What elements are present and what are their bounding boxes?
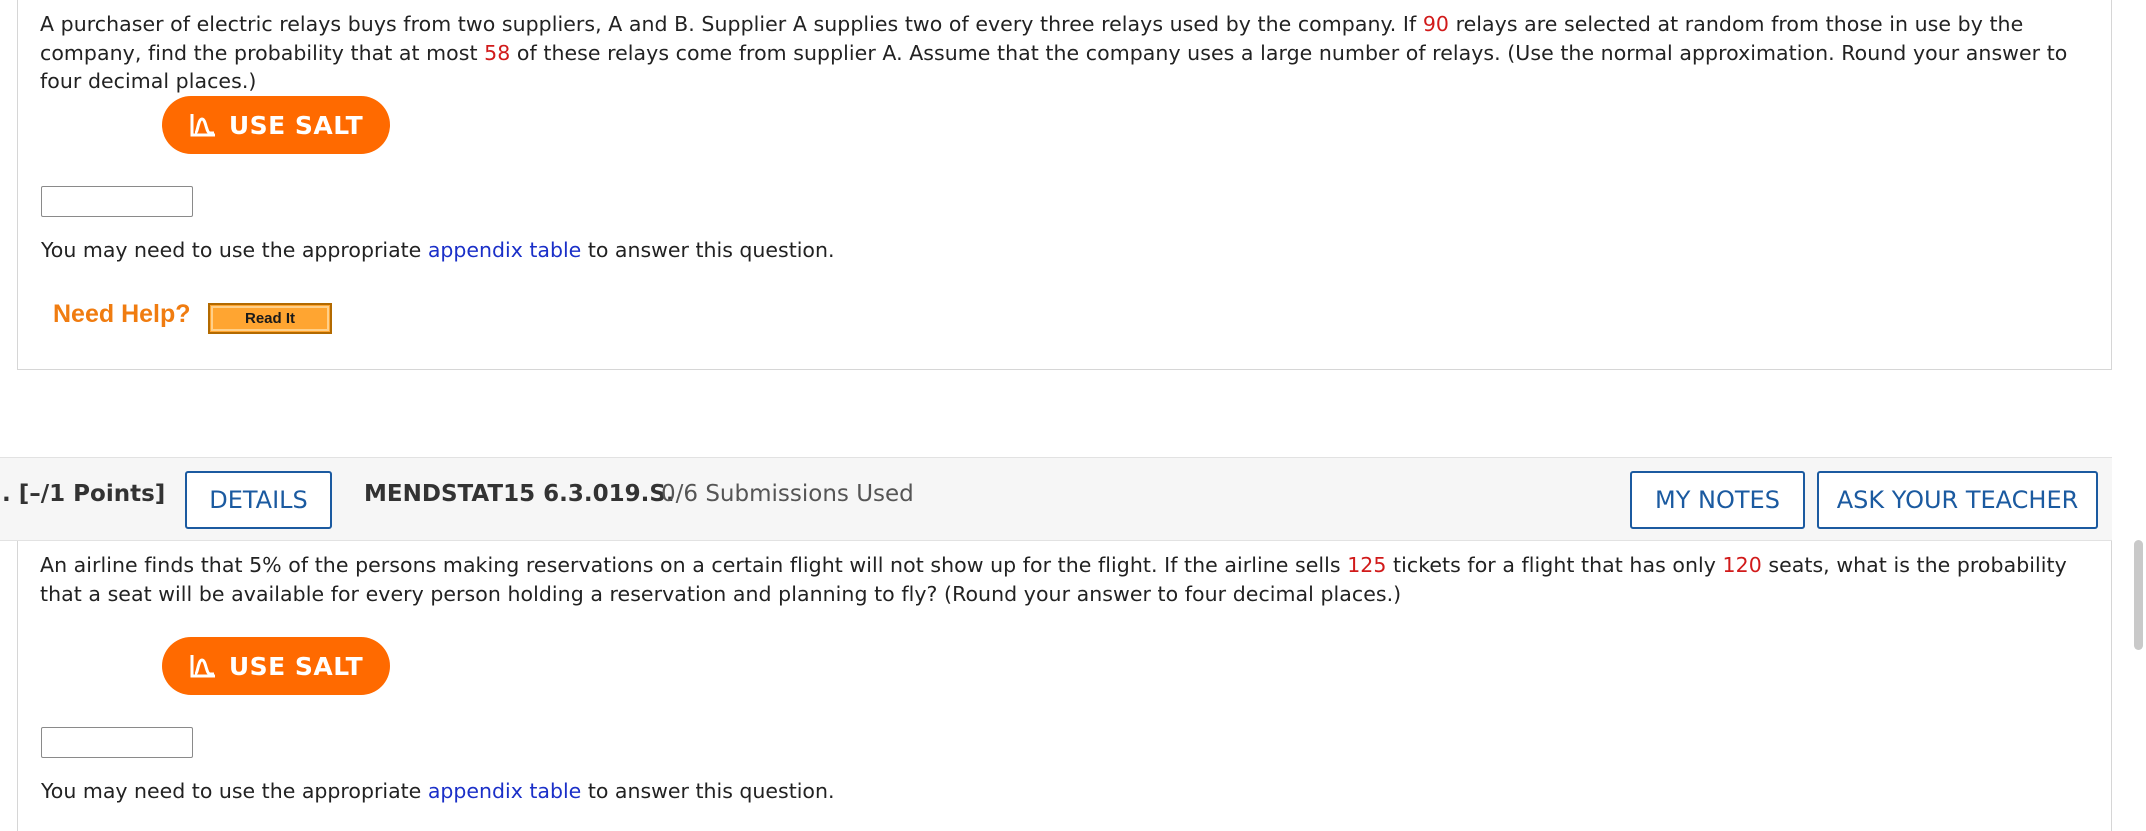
- need-help-label: Need Help?: [53, 300, 191, 328]
- salt-chart-icon: [189, 112, 217, 138]
- appendix-table-link-2[interactable]: appendix table: [428, 779, 581, 803]
- use-salt-button-2[interactable]: USE SALT: [162, 637, 390, 695]
- answer-input-2[interactable]: [41, 727, 193, 758]
- question-2-highlight-number: 120: [1722, 553, 1762, 577]
- scrollbar-thumb[interactable]: [2134, 540, 2143, 650]
- question-2-text: An airline finds that 5% of the persons …: [40, 551, 2100, 608]
- points-label: . [–/1 Points]: [2, 481, 166, 507]
- appendix-note-text: to answer this question.: [581, 238, 835, 262]
- salt-chart-icon: [189, 653, 217, 679]
- appendix-note-2: You may need to use the appropriate appe…: [41, 779, 834, 803]
- details-button[interactable]: DETAILS: [185, 471, 332, 529]
- page-scrollbar[interactable]: [2130, 0, 2146, 816]
- use-salt-label: USE SALT: [228, 110, 364, 140]
- submissions-used: 0/6 Submissions Used: [661, 481, 914, 507]
- question-2-header: . [–/1 Points] DETAILS MENDSTAT15 6.3.01…: [0, 457, 2112, 541]
- appendix-note-text: You may need to use the appropriate: [41, 238, 428, 262]
- ask-your-teacher-button[interactable]: ASK YOUR TEACHER: [1817, 471, 2098, 529]
- appendix-note-1: You may need to use the appropriate appe…: [41, 238, 834, 262]
- my-notes-button[interactable]: MY NOTES: [1630, 471, 1805, 529]
- question-1-highlight-number: 58: [484, 40, 511, 65]
- read-it-button[interactable]: Read It: [208, 303, 332, 334]
- problem-id: MENDSTAT15 6.3.019.S.: [364, 481, 675, 507]
- question-1-text-part: A purchaser of electric relays buys from…: [40, 12, 1423, 36]
- use-salt-label: USE SALT: [228, 651, 364, 681]
- use-salt-button-1[interactable]: USE SALT: [162, 96, 390, 154]
- question-2-highlight-number: 125: [1347, 553, 1387, 577]
- question-2-text-part: tickets for a flight that has only: [1386, 553, 1723, 577]
- appendix-note-text: You may need to use the appropriate: [41, 779, 428, 803]
- question-2-text-part: An airline finds that 5% of the persons …: [40, 553, 1348, 577]
- question-1-highlight-number: 90: [1422, 12, 1450, 36]
- appendix-note-text: to answer this question.: [581, 779, 835, 803]
- question-1-text: A purchaser of electric relays buys from…: [40, 10, 2100, 96]
- appendix-table-link-1[interactable]: appendix table: [428, 238, 581, 262]
- answer-input-1[interactable]: [41, 186, 193, 217]
